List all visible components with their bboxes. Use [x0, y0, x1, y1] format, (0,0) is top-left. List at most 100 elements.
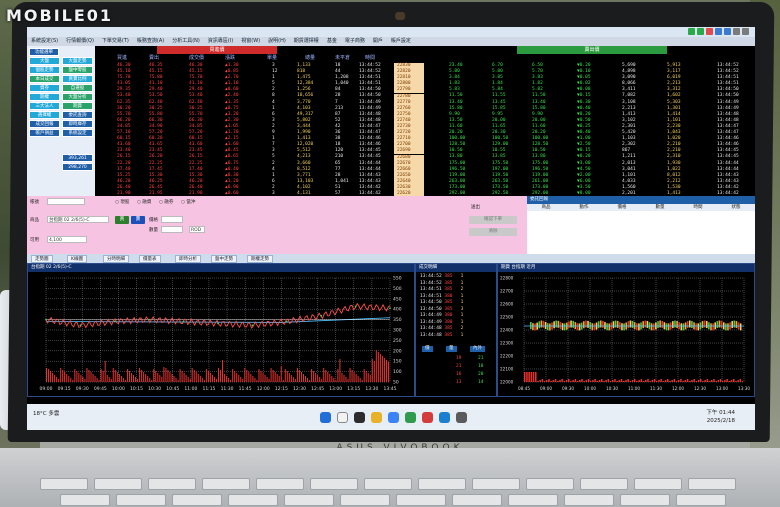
keyboard-key[interactable]	[620, 494, 670, 506]
keyboard-key[interactable]	[172, 494, 222, 506]
chart-tab[interactable]: 盤中走勢	[211, 255, 237, 263]
sidebar-button[interactable]: 買賣比例	[62, 75, 93, 83]
y-tick-label: 400	[393, 307, 402, 313]
sidebar-button[interactable]: 成交回報	[29, 120, 60, 128]
sidebar-button[interactable]: 選擇權	[29, 111, 60, 119]
menu-item[interactable]: 期貨選擇權	[294, 38, 319, 44]
sidebar-button[interactable]: 大盤分析	[62, 93, 93, 101]
quote-right-tab[interactable]: 賣出價	[517, 46, 667, 54]
menu-item[interactable]: 下單交易(T)	[102, 38, 129, 44]
menu-item[interactable]: 資訊專區(I)	[208, 38, 233, 44]
keyboard-key[interactable]	[564, 494, 614, 506]
start-icon[interactable]	[320, 412, 331, 423]
sidebar-button[interactable]: 即時庫存	[62, 120, 93, 128]
qty-field[interactable]	[161, 226, 183, 233]
task-view-icon[interactable]	[354, 412, 365, 423]
keyboard-key[interactable]	[508, 494, 558, 506]
search-icon[interactable]	[337, 412, 348, 423]
app-icon-green[interactable]	[405, 412, 416, 423]
weather-widget[interactable]: 18°C 多雲	[33, 410, 59, 418]
sidebar-button[interactable]: 帳戶損益	[29, 129, 60, 137]
keyboard-key[interactable]	[94, 478, 142, 490]
sidebar-button[interactable]: 本日成交	[29, 75, 60, 83]
price-field[interactable]	[161, 216, 183, 223]
menu-item[interactable]: 開戶	[373, 38, 383, 44]
order-type-option[interactable]: ○ 融資	[137, 199, 151, 205]
chrome-icon[interactable]	[439, 412, 450, 423]
quote-left-tab[interactable]: 買進價	[157, 46, 277, 54]
keyboard-key[interactable]	[340, 494, 390, 506]
product-field[interactable]: 台指期 02 2/6(5)-C	[47, 216, 109, 223]
menu-item[interactable]: 帳務查詢(A)	[137, 38, 164, 44]
menu-item[interactable]: 視窗(W)	[241, 38, 260, 44]
account-field[interactable]	[47, 198, 85, 205]
close-icon[interactable]	[742, 28, 749, 35]
volume-bar	[528, 372, 530, 382]
keyboard-key[interactable]	[472, 478, 520, 490]
sell-button[interactable]: 賣	[131, 216, 145, 224]
keyboard-key[interactable]	[228, 494, 278, 506]
menu-item[interactable]: 系統設定(S)	[31, 38, 58, 44]
keyboard-key[interactable]	[526, 478, 574, 490]
volume-bar	[695, 381, 698, 382]
sidebar-button[interactable]: 盤中零股	[62, 66, 93, 74]
steam-icon[interactable]	[456, 412, 467, 423]
keyboard-key[interactable]	[688, 478, 736, 490]
keyboard-key[interactable]	[256, 478, 304, 490]
sidebar-button[interactable]: 大盤走勢	[62, 57, 93, 65]
menu-item[interactable]: 基金	[327, 38, 337, 44]
order-type-option[interactable]: ○ 當沖	[181, 199, 195, 205]
sidebar-button[interactable]: 期貨	[62, 102, 93, 110]
menu-item[interactable]: 說明(H)	[268, 38, 286, 44]
sidebar-button[interactable]: 委託查詢	[62, 111, 93, 119]
menu-item[interactable]: 行情報價(Q)	[66, 38, 94, 44]
chart-tab[interactable]: 分時明細	[103, 255, 129, 263]
order-type-select[interactable]: ROD	[189, 226, 205, 233]
keyboard-key[interactable]	[396, 494, 446, 506]
chart-tab[interactable]: K線圖	[67, 255, 87, 263]
sidebar-button[interactable]: 期權	[29, 93, 60, 101]
sidebar-button[interactable]: 資券	[29, 84, 60, 92]
keyboard-key[interactable]	[148, 478, 196, 490]
sidebar-button[interactable]: 三大法人	[29, 102, 60, 110]
keyboard-key[interactable]	[202, 478, 250, 490]
icon-blue-2[interactable]	[724, 28, 731, 35]
app-icon-red[interactable]	[422, 412, 433, 423]
confirm-order-button[interactable]: 確認下單	[469, 216, 517, 224]
keyboard-key[interactable]	[580, 478, 628, 490]
keyboard-key[interactable]	[60, 494, 110, 506]
keyboard-key[interactable]	[40, 478, 88, 490]
keyboard-key[interactable]	[364, 478, 412, 490]
menu-item[interactable]: 帳戶設定	[391, 38, 411, 44]
buy-button[interactable]: 買	[115, 216, 129, 224]
menu-item[interactable]: 分析工具(N)	[172, 38, 200, 44]
sidebar-button[interactable]: 系統設定	[62, 129, 93, 137]
sidebar-button[interactable]: 功能選單	[29, 48, 59, 56]
edge-icon[interactable]	[388, 412, 399, 423]
menu-item[interactable]: 電子商務	[345, 38, 365, 44]
order-type-option[interactable]: ○ 融券	[159, 199, 173, 205]
icon-red[interactable]	[706, 28, 713, 35]
clear-order-button[interactable]: 清除	[469, 228, 517, 236]
chart-tab[interactable]: 走勢圖	[31, 255, 53, 263]
icon-blue[interactable]	[715, 28, 722, 35]
sidebar-button[interactable]: 大盤	[29, 57, 60, 65]
keyboard-key[interactable]	[418, 478, 466, 490]
chart-tab[interactable]: 期權走勢	[247, 255, 273, 263]
keyboard-key[interactable]	[116, 494, 166, 506]
icon-green-2[interactable]	[697, 28, 704, 35]
taskbar-clock[interactable]: 下午 01:44 2025/2/18	[706, 409, 735, 425]
keyboard-key[interactable]	[284, 494, 334, 506]
icon-green[interactable]	[688, 28, 695, 35]
keyboard-key[interactable]	[452, 494, 502, 506]
minimize-icon[interactable]	[733, 28, 740, 35]
file-explorer-icon[interactable]	[371, 412, 382, 423]
order-type-option[interactable]: ○ 現股	[115, 199, 129, 205]
keyboard-key[interactable]	[676, 494, 726, 506]
chart-tab[interactable]: 價量表	[139, 255, 161, 263]
keyboard-key[interactable]	[310, 478, 358, 490]
keyboard-key[interactable]	[634, 478, 682, 490]
sidebar-button[interactable]: 個股走勢	[29, 66, 60, 74]
sidebar-button[interactable]: 自選股	[62, 84, 93, 92]
chart-tab[interactable]: 即時分析	[175, 255, 201, 263]
